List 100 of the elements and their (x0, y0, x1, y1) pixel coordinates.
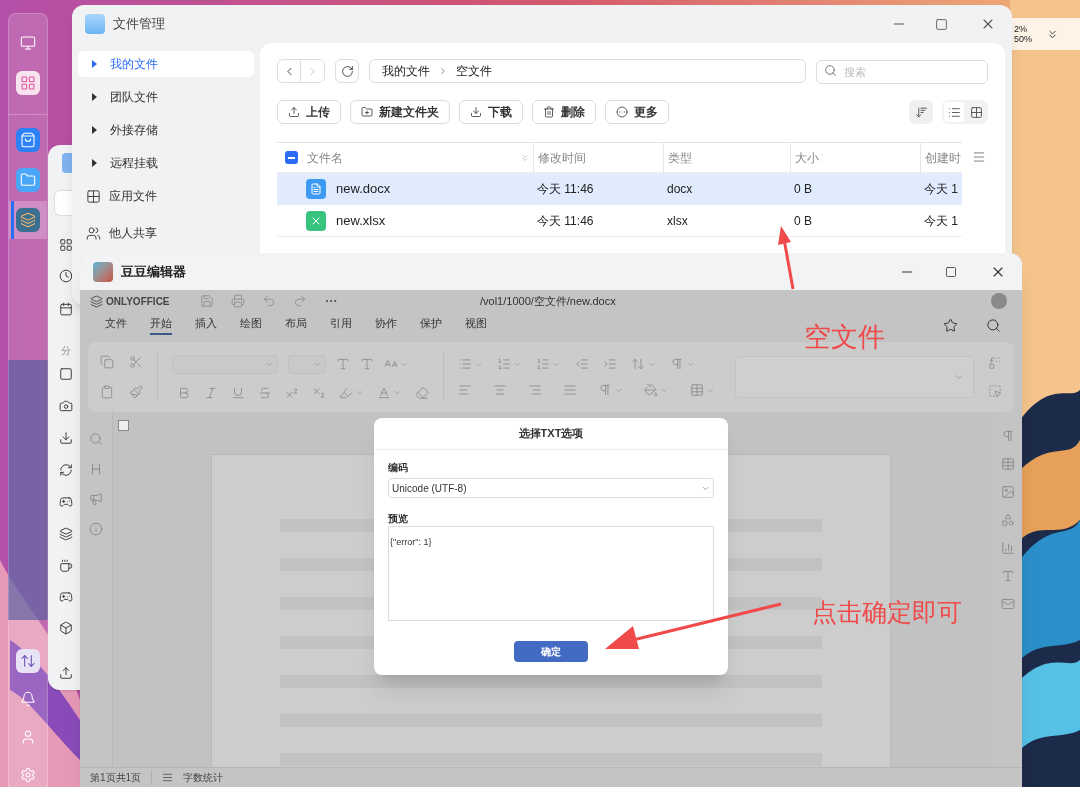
format-painter-icon[interactable] (129, 385, 143, 399)
menu-tab[interactable]: 插入 (195, 315, 217, 335)
cut-icon[interactable] (129, 355, 143, 369)
image-icon[interactable] (1001, 485, 1015, 499)
maximize-icon[interactable] (945, 265, 957, 278)
paragraph-icon[interactable] (670, 357, 684, 371)
undo-icon[interactable] (262, 294, 276, 308)
underline-icon[interactable] (231, 385, 245, 400)
toolbar-button[interactable]: 上传 (277, 100, 341, 124)
feedback-icon[interactable] (89, 492, 103, 506)
text-art-icon[interactable] (1001, 569, 1015, 583)
borders-icon[interactable] (690, 383, 704, 397)
sidebar-item[interactable]: 我的文件 (78, 51, 254, 77)
table-icon[interactable] (1001, 457, 1015, 471)
menu-tab[interactable]: 绘图 (240, 315, 262, 335)
bullet-list-icon[interactable] (458, 357, 472, 371)
caret-icon[interactable] (393, 388, 402, 397)
menu-tab[interactable]: 文件 (105, 315, 127, 335)
maximize-icon[interactable] (935, 17, 948, 31)
headings-icon[interactable] (89, 462, 103, 476)
expand-caret-icon[interactable] (90, 93, 98, 101)
expand-caret-icon[interactable] (90, 159, 98, 167)
bold-icon[interactable] (177, 385, 191, 400)
shading-icon[interactable] (644, 383, 658, 397)
menu-tab[interactable]: 保护 (420, 315, 442, 335)
encoding-select[interactable]: Unicode (UTF-8) (388, 478, 714, 498)
shapes-icon[interactable] (1001, 513, 1015, 527)
align-center-icon[interactable] (493, 383, 507, 397)
toolbar-button[interactable]: 更多 (605, 100, 669, 124)
list-view-button[interactable] (944, 102, 964, 122)
toolbar-button[interactable]: 下载 (459, 100, 523, 124)
sidebar-item[interactable]: 团队文件 (78, 84, 254, 110)
multilevel-list-icon[interactable] (536, 357, 550, 371)
sidebar-item[interactable]: 他人共享 (78, 224, 254, 242)
ok-button[interactable]: 确定 (514, 641, 588, 662)
search-field[interactable] (54, 190, 72, 216)
toolbar-button[interactable]: 新建文件夹 (350, 100, 450, 124)
italic-icon[interactable] (204, 385, 218, 400)
square-icon[interactable] (59, 367, 73, 381)
calendar-icon[interactable] (59, 302, 73, 316)
gamepad-icon[interactable] (59, 590, 73, 604)
cube-icon[interactable] (59, 621, 73, 635)
highlight-icon[interactable] (339, 385, 353, 400)
grid-icon[interactable] (59, 238, 73, 252)
column-header[interactable]: 类型 (668, 148, 692, 167)
column-header[interactable]: 文件名 (307, 148, 343, 167)
numbered-list-icon[interactable] (497, 357, 511, 371)
menu-tab[interactable]: 视图 (465, 315, 487, 335)
menu-tab[interactable]: 引用 (330, 315, 352, 335)
indent-icon[interactable] (603, 357, 617, 371)
search-field[interactable]: 搜索 (816, 60, 988, 84)
toolbar-button[interactable]: 删除 (532, 100, 596, 124)
align-left-icon[interactable] (458, 383, 472, 397)
breadcrumb-item[interactable]: 空文件 (456, 62, 492, 80)
line-spacing-icon[interactable] (631, 357, 645, 371)
refresh-icon[interactable] (59, 463, 73, 477)
column-header[interactable]: 创建时 (925, 148, 961, 167)
outdent-icon[interactable] (575, 357, 589, 371)
user-avatar[interactable] (991, 293, 1007, 309)
star-icon[interactable] (943, 317, 958, 333)
column-header[interactable]: 大小 (795, 148, 819, 167)
paste-icon[interactable] (100, 385, 114, 399)
mail-merge-icon[interactable] (1001, 597, 1015, 611)
superscript-icon[interactable] (285, 385, 299, 400)
save-icon[interactable] (200, 294, 214, 308)
column-settings-icon[interactable] (972, 150, 986, 164)
font-color-icon[interactable] (377, 385, 391, 400)
sidebar-item[interactable]: 应用文件 (78, 183, 254, 209)
align-right-icon[interactable] (528, 383, 542, 397)
tab-stop-marker[interactable] (118, 420, 129, 431)
stack-icon[interactable] (59, 527, 73, 541)
print-icon[interactable] (231, 294, 245, 308)
download-icon[interactable] (59, 431, 73, 445)
select-all-checkbox[interactable] (285, 151, 298, 164)
caret-icon[interactable] (355, 388, 364, 397)
copy-icon[interactable] (100, 355, 114, 369)
sidebar-item[interactable]: 远程挂载 (78, 150, 254, 176)
strikethrough-icon[interactable] (258, 385, 272, 400)
subscript-icon[interactable] (312, 385, 326, 400)
cup-icon[interactable] (59, 559, 73, 573)
expand-caret-icon[interactable] (90, 126, 98, 134)
paragraph-icon[interactable] (1001, 429, 1015, 443)
search-icon[interactable] (986, 317, 1001, 333)
font-size-field[interactable] (288, 354, 326, 374)
menu-tab[interactable]: 开始 (150, 315, 172, 335)
dock-item[interactable] (9, 201, 47, 239)
menu-tab[interactable]: 协作 (375, 315, 397, 335)
refresh-button[interactable] (335, 59, 359, 83)
sidebar-item[interactable]: 外接存储 (78, 117, 254, 143)
decrease-font-icon[interactable] (360, 357, 374, 371)
menu-tab[interactable]: 布局 (285, 315, 307, 335)
clock-icon[interactable] (59, 269, 73, 283)
column-header[interactable]: 修改时间 (538, 148, 586, 167)
justify-icon[interactable] (563, 383, 577, 397)
info-icon[interactable] (89, 522, 103, 536)
sort-button[interactable] (909, 100, 933, 124)
eraser-icon[interactable] (415, 385, 429, 400)
show-marks-icon[interactable] (598, 383, 612, 397)
select-icon[interactable] (988, 384, 1002, 398)
file-row[interactable]: new.docx 今天 11:46 docx 0 B 今天 1 (277, 173, 962, 205)
